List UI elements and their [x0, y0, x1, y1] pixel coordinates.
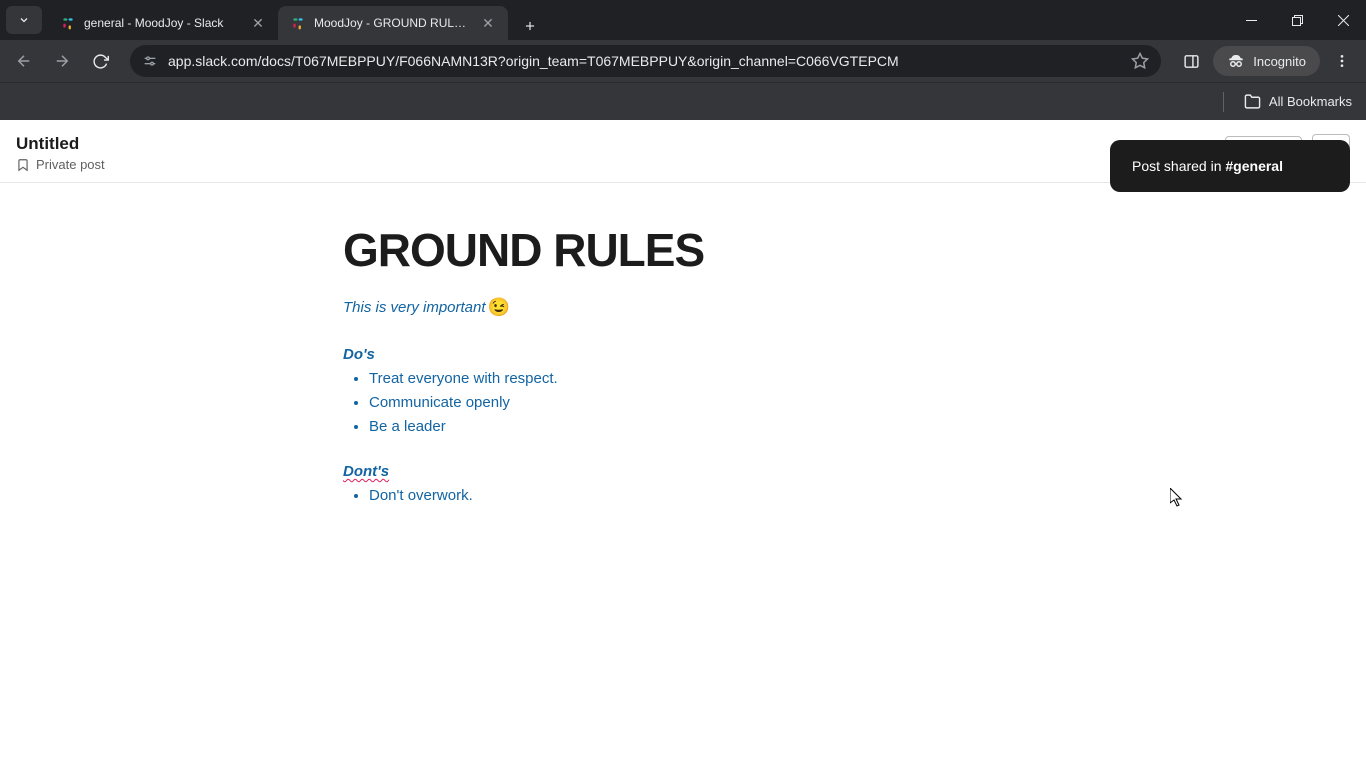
kebab-icon: [1334, 53, 1350, 69]
list-item[interactable]: Treat everyone with respect.: [369, 367, 1023, 391]
dos-heading[interactable]: Do's: [343, 346, 1023, 363]
maximize-icon: [1292, 15, 1303, 26]
tab-title: general - MoodJoy - Slack: [84, 16, 242, 30]
bookmarks-bar: All Bookmarks: [0, 82, 1366, 120]
chevron-down-icon: [18, 14, 30, 26]
tab-active[interactable]: MoodJoy - GROUND RULES - S ✕: [278, 6, 508, 40]
close-icon[interactable]: ✕: [480, 15, 496, 31]
incognito-badge[interactable]: Incognito: [1213, 46, 1320, 76]
privacy-label: Private post: [36, 157, 105, 172]
minimize-icon: [1246, 15, 1257, 26]
slack-favicon-icon: [60, 15, 76, 31]
address-bar[interactable]: app.slack.com/docs/T067MEBPPUY/F066NAMN1…: [130, 45, 1161, 77]
mouse-cursor-icon: [1170, 488, 1186, 508]
tab-search-button[interactable]: [6, 6, 42, 34]
incognito-label: Incognito: [1253, 54, 1306, 69]
close-icon[interactable]: ✕: [250, 15, 266, 31]
close-icon: [1338, 15, 1349, 26]
toast-channel: #general: [1225, 158, 1283, 174]
tabs-container: general - MoodJoy - Slack ✕ MoodJoy - GR…: [48, 0, 1228, 40]
all-bookmarks-button[interactable]: All Bookmarks: [1244, 93, 1352, 110]
new-tab-button[interactable]: [516, 12, 544, 40]
panel-icon: [1183, 53, 1200, 70]
side-panel-button[interactable]: [1175, 45, 1207, 77]
maximize-button[interactable]: [1274, 0, 1320, 40]
reload-button[interactable]: [84, 45, 116, 77]
list-item[interactable]: Don't overwork.: [369, 484, 1023, 508]
document-body[interactable]: GROUND RULES This is very important😉 Do'…: [323, 183, 1043, 572]
toast-notification[interactable]: Post shared in #general: [1110, 140, 1350, 192]
donts-list[interactable]: Don't overwork.: [343, 484, 1023, 508]
site-settings-icon[interactable]: [142, 53, 158, 69]
incognito-icon: [1227, 52, 1245, 70]
toast-text: Post shared in: [1132, 158, 1225, 174]
page-title[interactable]: Untitled: [16, 134, 105, 154]
arrow-left-icon: [15, 52, 33, 70]
list-item[interactable]: Be a leader: [369, 415, 1023, 439]
close-window-button[interactable]: [1320, 0, 1366, 40]
minimize-button[interactable]: [1228, 0, 1274, 40]
all-bookmarks-label: All Bookmarks: [1269, 94, 1352, 109]
wink-emoji-icon: 😉: [488, 297, 510, 318]
document-heading[interactable]: GROUND RULES: [343, 223, 1023, 277]
back-button[interactable]: [8, 45, 40, 77]
reload-icon: [92, 53, 109, 70]
separator: [1223, 92, 1224, 112]
chrome-menu-button[interactable]: [1326, 45, 1358, 77]
dos-list[interactable]: Treat everyone with respect. Communicate…: [343, 367, 1023, 439]
slack-favicon-icon: [290, 15, 306, 31]
browser-toolbar: app.slack.com/docs/T067MEBPPUY/F066NAMN1…: [0, 40, 1366, 82]
bookmark-icon: [16, 158, 30, 172]
plus-icon: [523, 19, 537, 33]
bookmark-star-icon[interactable]: [1131, 52, 1149, 70]
forward-button[interactable]: [46, 45, 78, 77]
donts-heading[interactable]: Dont's: [343, 463, 389, 480]
page-content: Untitled Private post Share ••• GROUND R…: [0, 120, 1366, 768]
document-subtitle[interactable]: This is very important😉: [343, 297, 1023, 318]
url-text: app.slack.com/docs/T067MEBPPUY/F066NAMN1…: [168, 53, 1121, 69]
browser-titlebar: general - MoodJoy - Slack ✕ MoodJoy - GR…: [0, 0, 1366, 40]
arrow-right-icon: [53, 52, 71, 70]
tab-inactive[interactable]: general - MoodJoy - Slack ✕: [48, 6, 278, 40]
doc-privacy[interactable]: Private post: [16, 157, 105, 172]
tab-title: MoodJoy - GROUND RULES - S: [314, 16, 472, 30]
window-controls: [1228, 0, 1366, 40]
folder-icon: [1244, 93, 1261, 110]
list-item[interactable]: Communicate openly: [369, 391, 1023, 415]
